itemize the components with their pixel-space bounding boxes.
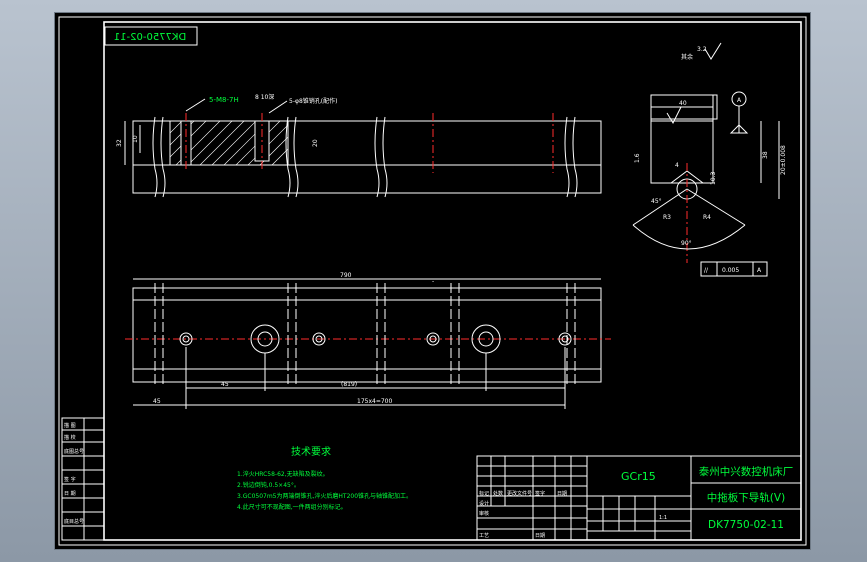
datum-label: A: [737, 97, 742, 104]
top-view: 790 - 45 (819) 45 175x4=700: [125, 272, 611, 409]
angle-small: 45°: [651, 198, 662, 205]
front-view-outline: [132, 120, 602, 194]
section-body: [650, 120, 714, 184]
rev-label-3: 更改文件号: [507, 490, 532, 497]
roughness-symbol: [704, 42, 722, 60]
part-name: 中拖板下导轨(V): [707, 491, 785, 504]
section-view: 其余 3.2 40 A 38 20±0.008 1.6 4 10.3 R3 R4…: [632, 42, 787, 277]
note-3: 3.GC0507m5为两端倒锥孔,淬火后磨HT200锥孔与轴锥配加工。: [237, 492, 412, 500]
thread-hole: [180, 120, 192, 166]
side-label-2: 描 校: [64, 434, 76, 441]
rev-label-2: 处数: [493, 490, 503, 497]
front-view: 5-M8-7H 8 10深 5-φ8锥销孔(配作) 32 10 20: [116, 93, 602, 198]
side-label-5: 日 期: [64, 491, 76, 497]
sign-label-3: 工艺: [479, 533, 489, 539]
rev-label-1: 标记: [479, 490, 489, 497]
angle-line-left: [632, 188, 688, 226]
groove-depth: 4: [675, 162, 679, 169]
depth-label: 8 10深: [255, 93, 274, 101]
thread-label: 5-M8-7H: [209, 96, 239, 104]
section-chamfer: 1.6: [634, 153, 641, 163]
tolerance-datum: A: [757, 267, 762, 274]
dim-total-pitch: 175x4=700: [357, 398, 392, 405]
tolerance-value: 0.005: [722, 267, 739, 274]
date-label: 日期: [535, 533, 545, 539]
side-label-6: 底目总号: [64, 518, 84, 525]
groove-dim: 10.3: [710, 171, 717, 185]
cad-drawing: DK7750-02-11 5-M8-7H 8 10深 5-φ8锥销孔(配作) 3…: [58, 16, 807, 546]
section-fit: 20±0.008: [780, 145, 787, 175]
dim-start: 45: [153, 398, 161, 405]
top-break-marks: [154, 283, 576, 387]
dim-mid: (819): [341, 381, 357, 388]
angle-label: 90°: [681, 240, 692, 247]
notes-title: 技术要求: [291, 445, 331, 458]
dim-right: 20: [312, 139, 319, 147]
dim-left-outer: 32: [116, 139, 123, 147]
scale: 1:1: [659, 515, 667, 521]
side-label-4: 签 字: [64, 476, 76, 483]
title-block: 标记 处数 更改文件号 签字 日期 设计 审核 工艺 日期 GCr15 1:1 …: [476, 455, 802, 541]
thread-leader: [185, 98, 206, 112]
break-marks: [152, 116, 578, 198]
sign-label-1: 设计: [479, 500, 489, 507]
company-name: 泰州中兴数控机床厂: [699, 465, 794, 478]
drawing-sheet: DK7750-02-11 5-M8-7H 8 10深 5-φ8锥销孔(配作) 3…: [55, 13, 810, 549]
section-height: 38: [762, 151, 769, 159]
angle-line-right: [686, 188, 746, 226]
side-label-3: 底图总号: [64, 448, 84, 455]
radius-b: R4: [703, 214, 711, 221]
hole-leader: [268, 100, 288, 114]
note-2: 2.锐边倒钝,0.5×45°。: [237, 481, 300, 489]
technical-notes: 技术要求 1.淬火HRC58-62,无缺陷及裂纹。 2.锐边倒钝,0.5×45°…: [237, 445, 412, 511]
note-4: 4.此尺寸可不现配图,一件两组分别标记。: [237, 503, 347, 511]
rev-label-4: 签字: [535, 490, 545, 497]
roughness-label: 其余: [681, 53, 693, 61]
rev-label-5: 日期: [557, 491, 567, 497]
material: GCr15: [621, 470, 656, 483]
dim-left-inner: 10: [132, 135, 139, 143]
drawing-number: DK7750-02-11: [708, 519, 784, 531]
note-1: 1.淬火HRC58-62,无缺陷及裂纹。: [237, 470, 329, 478]
hole-label: 5-φ8锥销孔(配作): [289, 97, 337, 105]
dim-first-hole: 45: [221, 381, 229, 388]
side-label-1: 描 图: [64, 422, 76, 429]
revision-grid: [477, 456, 588, 540]
dim-overall: 790: [340, 272, 352, 279]
top-view-outline: [132, 287, 602, 383]
dash-mark: -: [432, 278, 434, 285]
side-block: 描 图 描 校 底图总号 签 字 日 期 底目总号: [61, 417, 105, 541]
section-width: 40: [679, 100, 687, 107]
tolerance-symbol: //: [704, 267, 709, 274]
mirrored-code: DK7750-02-11: [114, 32, 186, 43]
sign-label-2: 审核: [479, 510, 489, 517]
radius-a: R3: [663, 214, 671, 221]
